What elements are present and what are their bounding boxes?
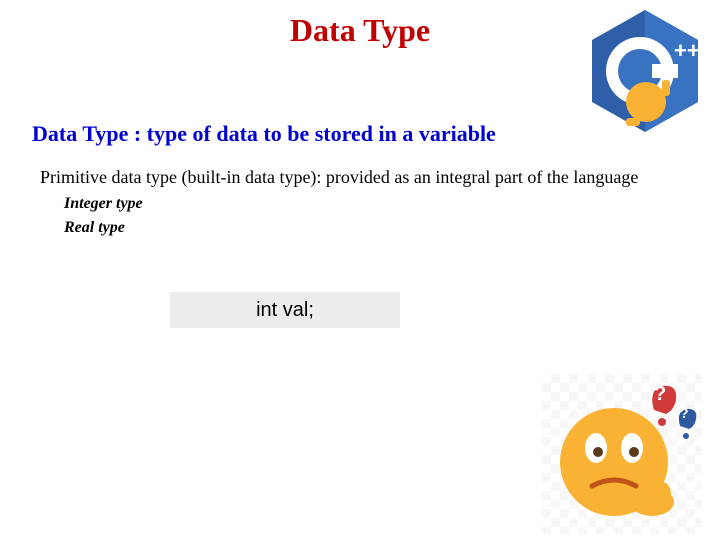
question-mark-2: ? xyxy=(680,405,689,421)
sub-item-real: Real type xyxy=(64,219,720,237)
question-mark-1: ? xyxy=(654,383,666,405)
thinking-emoji-icon: ? ? xyxy=(542,374,702,534)
body-text: Primitive data type (built-in data type)… xyxy=(40,165,680,189)
code-example-box: int val; xyxy=(170,292,400,328)
sub-item-integer: Integer type xyxy=(64,195,720,213)
cpp-logo-icon: ++ xyxy=(580,6,710,136)
cpp-badge-text: ++ xyxy=(674,38,700,63)
